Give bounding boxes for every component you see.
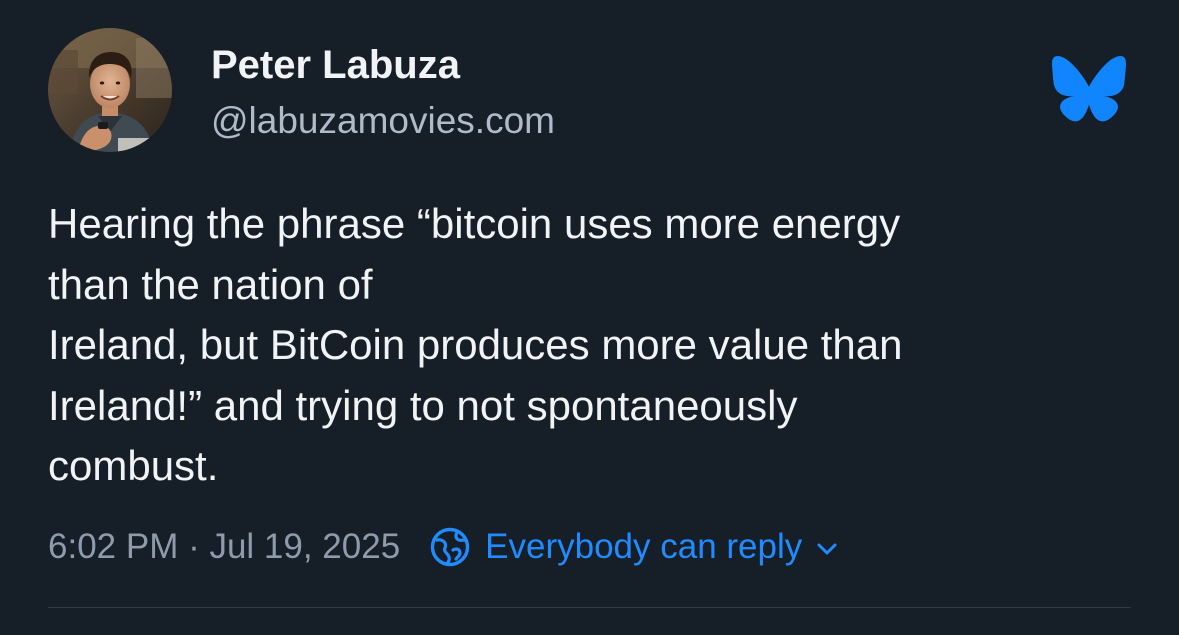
chevron-down-icon xyxy=(817,543,837,555)
bluesky-butterfly-icon[interactable] xyxy=(1052,56,1126,122)
post-text-line: Ireland!” and trying to not spontaneousl… xyxy=(48,381,798,429)
globe-icon xyxy=(430,527,470,567)
post-text-line: Hearing the phrase “bitcoin uses more en… xyxy=(48,200,901,247)
post-text-line: than the nation of xyxy=(48,260,373,308)
reply-setting-button[interactable]: Everybody can reply xyxy=(429,522,838,572)
author-handle[interactable]: @labuzamovies.com xyxy=(211,98,555,144)
post-text-line: Ireland, but BitCoin produces more value… xyxy=(48,321,903,368)
reply-setting-label: Everybody can reply xyxy=(485,527,803,566)
divider xyxy=(48,607,1131,608)
avatar-photo xyxy=(48,28,172,152)
author-display-name[interactable]: Peter Labuza xyxy=(211,41,460,89)
avatar[interactable] xyxy=(48,28,172,152)
post-timestamp[interactable]: 6:02 PM · Jul 19, 2025 xyxy=(48,522,400,572)
post-card: Peter Labuza @labuzamovies.com Hearing t… xyxy=(0,0,1179,635)
post-meta: 6:02 PM · Jul 19, 2025 Everybody can rep… xyxy=(48,522,838,572)
post-text: Hearing the phrase “bitcoin uses more en… xyxy=(48,194,1138,497)
post-text-line: combust. xyxy=(48,442,219,489)
